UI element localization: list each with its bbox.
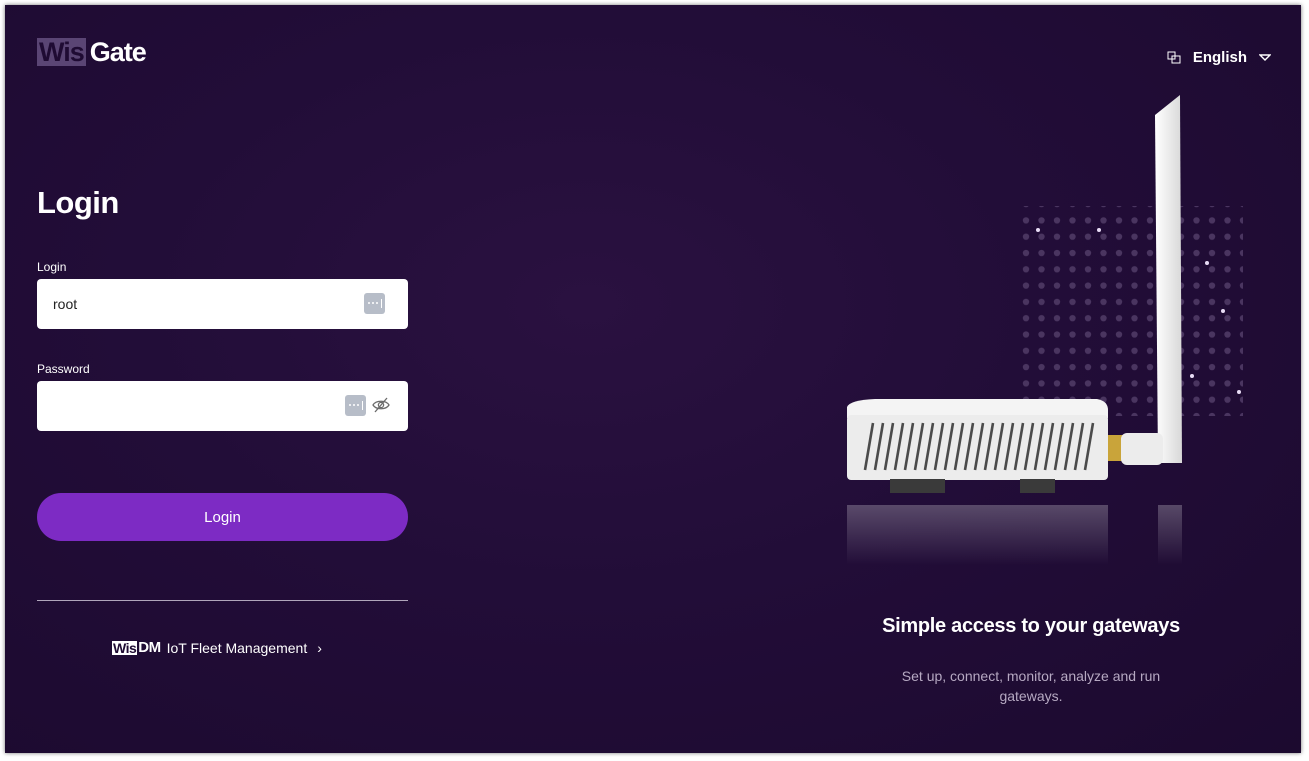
language-label: English: [1192, 49, 1247, 66]
divider: [37, 600, 408, 601]
login-button[interactable]: Login: [37, 493, 408, 541]
password-manager-icon[interactable]: [364, 293, 385, 314]
wisdm-link[interactable]: Wis DM IoT Fleet Management ›: [112, 639, 322, 656]
wisgate-logo: Wis Gate: [37, 37, 147, 67]
dotted-grid-decoration: [1018, 206, 1243, 416]
hero-title: Simple access to your gateways: [882, 615, 1180, 637]
logo-gate-text: Gate: [89, 37, 147, 67]
hero-subtitle: Set up, connect, monitor, analyze and ru…: [901, 668, 1161, 704]
wisdm-logo-dm: DM: [138, 639, 161, 656]
gateway-illustration: [847, 95, 1243, 565]
wisdm-logo-wis: Wis: [112, 639, 138, 656]
password-label: Password: [37, 362, 90, 376]
username-field-wrapper: [37, 279, 408, 329]
eye-slash-icon[interactable]: [372, 396, 390, 414]
language-selector[interactable]: English: [1167, 49, 1271, 66]
username-label: Login: [37, 260, 67, 274]
translate-icon: [1167, 51, 1181, 63]
password-input[interactable]: [53, 381, 333, 431]
wisdm-logo: Wis DM: [112, 639, 161, 656]
username-input[interactable]: [53, 279, 333, 329]
wisdm-link-label: IoT Fleet Management: [166, 639, 308, 656]
login-page: Wis Gate English Login Login Password Lo…: [5, 5, 1301, 753]
caret-down-icon: [1259, 53, 1271, 61]
password-field-wrapper: [37, 381, 408, 431]
chevron-right-icon: ›: [317, 639, 322, 656]
password-manager-icon[interactable]: [345, 395, 366, 416]
page-title: Login: [37, 185, 119, 220]
logo-wis-text: Wis: [37, 37, 86, 67]
